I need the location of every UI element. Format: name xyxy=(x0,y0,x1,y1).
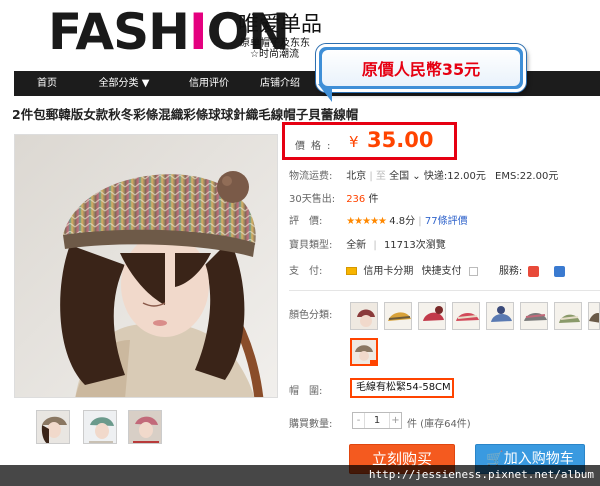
service-check-icon xyxy=(527,265,539,277)
goods-type-value: 全新 xyxy=(346,240,367,251)
sales-row: 30天售出: 236 件 xyxy=(289,190,378,205)
color-swatch-3[interactable] xyxy=(418,302,446,330)
express-fee: 快递:12.00元 xyxy=(423,171,486,182)
quantity-row: 購買數量: xyxy=(289,415,343,430)
swatch-image xyxy=(589,303,599,329)
product-main-image[interactable] xyxy=(14,134,278,398)
color-label-row: 顏色分類: xyxy=(289,306,343,321)
installment-link[interactable]: 信用卡分期 xyxy=(363,266,413,277)
nav-all-categories[interactable]: 全部分类 ▼ xyxy=(80,71,168,96)
currency-symbol: ¥ xyxy=(349,133,359,151)
color-label: 顏色分類: xyxy=(289,310,333,321)
quantity-increment-button[interactable]: + xyxy=(389,413,401,428)
shipping-label: 物流运费: xyxy=(289,171,333,182)
rating-score: 4.8分 xyxy=(389,216,416,227)
color-swatch-6[interactable] xyxy=(520,302,548,330)
swatch-image xyxy=(453,303,479,329)
reviews-link[interactable]: 77條評價 xyxy=(425,216,468,227)
nav-credit-rating[interactable]: 信用评价 xyxy=(168,71,250,96)
quantity-stepper[interactable]: - 1 + xyxy=(352,412,402,429)
payment-row: 支 付: 信用卡分期 快捷支付 服務: xyxy=(289,262,565,277)
goods-type-label: 寶貝類型: xyxy=(289,240,333,251)
swatch-image xyxy=(385,303,411,329)
credit-card-icon xyxy=(346,267,358,275)
rating-stars-icon: ★★★★★ xyxy=(346,216,387,227)
quantity-label: 購買數量: xyxy=(289,419,333,430)
callout-tail xyxy=(318,84,332,102)
color-swatch-5[interactable] xyxy=(486,302,514,330)
ems-fee: EMS:22.00元 xyxy=(495,171,559,182)
service-badge-icon xyxy=(553,265,565,277)
goods-type-row: 寶貝類型: 全新 | 11713次瀏覽 xyxy=(289,236,446,251)
swatch-image xyxy=(555,303,581,329)
payment-more-icon[interactable] xyxy=(468,266,478,276)
nav-home[interactable]: 首页 xyxy=(14,71,80,96)
quantity-decrement-button[interactable]: - xyxy=(353,413,365,428)
service-label: 服務: xyxy=(498,266,523,277)
stock-info: 件 (庫存64件) xyxy=(407,419,471,430)
divider: | xyxy=(373,240,377,251)
price-box: 價格: ¥ 35.00 xyxy=(282,122,457,160)
swatch-image xyxy=(521,303,547,329)
logo-slogan: ☆时尚潮流 xyxy=(250,49,299,60)
thumbnail-3[interactable] xyxy=(128,410,162,444)
payment-label: 支 付: xyxy=(289,266,323,277)
swatch-image xyxy=(352,340,376,364)
ship-from: 北京 xyxy=(346,171,367,182)
ship-to[interactable]: 全国 xyxy=(389,171,409,182)
rating-label: 評 價: xyxy=(289,216,323,227)
sales-label: 30天售出: xyxy=(289,194,336,205)
thumbnail-image xyxy=(37,411,69,443)
watermark-url: http://jessieness.pixnet.net/album xyxy=(368,468,594,481)
color-swatch-7[interactable] xyxy=(554,302,582,330)
callout-text: 原價人民幣35元 xyxy=(322,50,520,86)
price-value: 35.00 xyxy=(367,128,434,152)
shipping-row: 物流运费: 北京 | 至 全国 ⌄ 快递:12.00元 EMS:22.00元 xyxy=(289,167,558,182)
product-title: 2件包郵韓版女款秋冬彩條混織彩條球球針織毛線帽子貝蕾線帽 xyxy=(12,107,359,122)
swatch-image xyxy=(487,303,513,329)
quantity-input[interactable]: 1 xyxy=(365,413,389,428)
price-label: 價格: xyxy=(295,141,337,152)
sales-unit: 件 xyxy=(368,194,379,205)
ship-to-chevron-icon[interactable]: ⌄ xyxy=(412,171,424,182)
size-label: 帽 圍: xyxy=(289,386,323,397)
size-row: 帽 圍: xyxy=(289,382,343,397)
color-swatch-9-selected[interactable] xyxy=(350,338,378,366)
size-option-selected[interactable]: 毛線有松緊54-58CM xyxy=(350,378,454,398)
color-swatch-1[interactable] xyxy=(350,302,378,330)
nav-shop-intro[interactable]: 店铺介绍 xyxy=(250,71,310,96)
thumbnail-1[interactable] xyxy=(36,410,70,444)
color-swatch-4[interactable] xyxy=(452,302,480,330)
thumbnail-2[interactable] xyxy=(83,410,117,444)
section-divider xyxy=(289,290,600,291)
sales-count: 236 xyxy=(346,194,366,205)
model-photo xyxy=(15,135,277,397)
view-count: 11713次瀏覽 xyxy=(383,240,446,251)
thumbnail-image xyxy=(84,411,116,443)
divider: | 至 xyxy=(369,171,390,182)
swatch-image xyxy=(419,303,445,329)
color-swatch-8[interactable] xyxy=(588,302,600,330)
fast-pay-link[interactable]: 快捷支付 xyxy=(422,266,462,277)
color-swatch-2[interactable] xyxy=(384,302,412,330)
swatch-image xyxy=(351,303,377,329)
rating-row: 評 價: ★★★★★ 4.8分 | 77條評價 xyxy=(289,212,468,227)
thumbnail-image xyxy=(129,411,161,443)
